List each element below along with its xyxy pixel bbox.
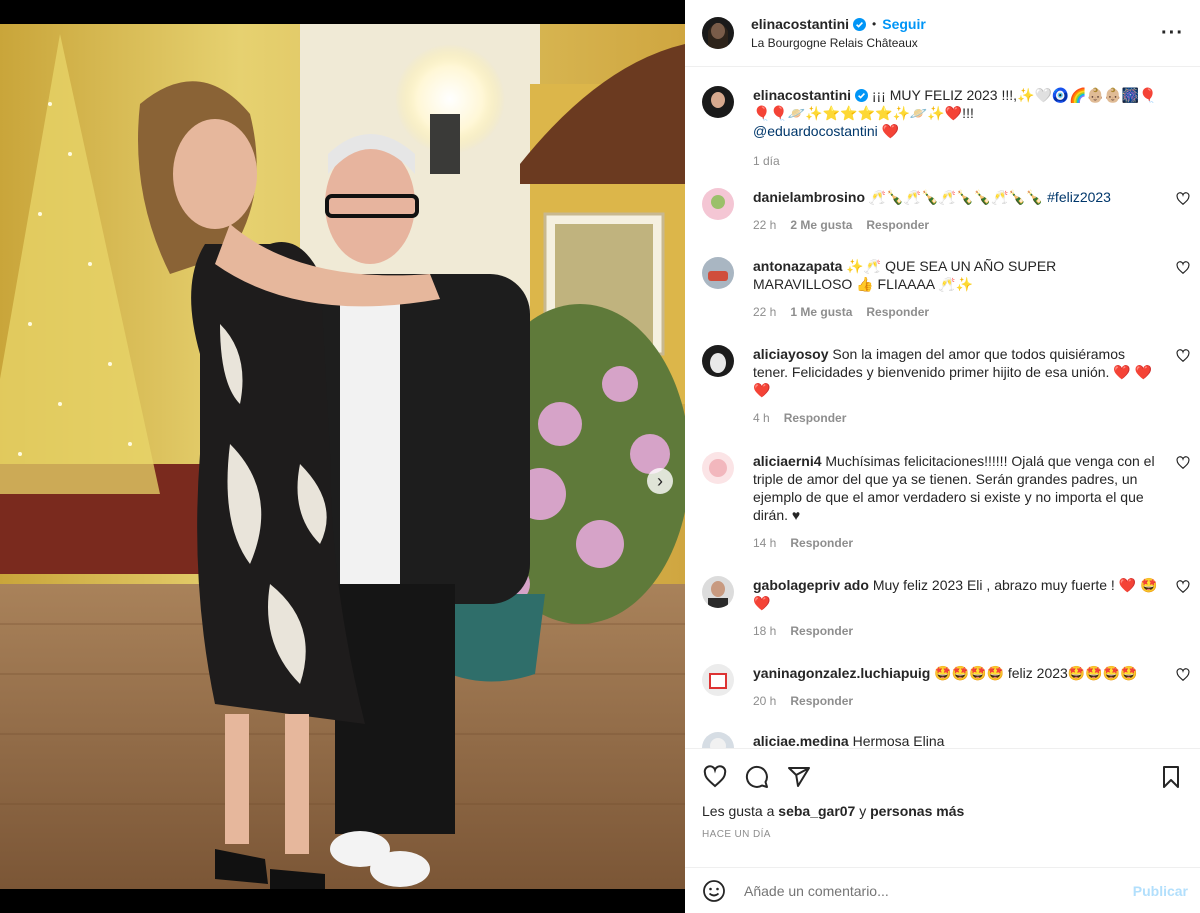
comment-item: aliciae.medina Hermosa Elina xyxy=(702,732,1190,748)
like-comment-heart-icon[interactable] xyxy=(1176,668,1190,682)
caption-heart: ❤️ xyxy=(881,123,900,139)
post-location[interactable]: La Bourgogne Relais Châteaux xyxy=(751,36,1161,50)
likes-conjunction: y xyxy=(859,803,867,819)
commenter-avatar[interactable] xyxy=(702,664,734,696)
save-bookmark-icon[interactable] xyxy=(1158,764,1184,790)
comments-list: elinacostantini ¡¡¡ MUY FELIZ 2023 !!!,✨… xyxy=(685,68,1200,748)
caption-username[interactable]: elinacostantini xyxy=(753,87,851,103)
reply-button[interactable]: Responder xyxy=(790,536,853,550)
post-caption: elinacostantini ¡¡¡ MUY FELIZ 2023 !!!,✨… xyxy=(702,86,1190,168)
follow-button[interactable]: Seguir xyxy=(882,16,926,32)
comment-time[interactable]: 22 h xyxy=(753,218,776,232)
verified-badge-icon xyxy=(853,17,867,31)
comment-text: 🤩🤩🤩🤩 feliz 2023🤩🤩🤩🤩 xyxy=(934,665,1138,681)
commenter-avatar[interactable] xyxy=(702,452,734,484)
like-comment-heart-icon[interactable] xyxy=(1176,580,1190,594)
comment-item: aliciayosoy Son la imagen del amor que t… xyxy=(702,345,1190,425)
commenter-avatar[interactable] xyxy=(702,345,734,377)
reply-button[interactable]: Responder xyxy=(790,694,853,708)
like-comment-heart-icon[interactable] xyxy=(1176,456,1190,470)
post-modal: › elinacostantini • Seguir La Bourgogne xyxy=(0,0,1200,913)
commenter-username[interactable]: aliciae.medina xyxy=(753,733,849,748)
comment-likes[interactable]: 1 Me gusta xyxy=(790,305,852,319)
like-comment-heart-icon[interactable] xyxy=(1176,261,1190,275)
photo-illustration xyxy=(0,24,685,889)
add-comment-bar: Publicar xyxy=(685,867,1200,913)
comment-item: danielambrosino 🥂🍾🥂🍾🥂🍾🍾🥂🍾🍾 #feliz2023 22… xyxy=(702,188,1190,232)
comment-item: gabolagepriv ado Muy feliz 2023 Eli , ab… xyxy=(702,576,1190,638)
comment-item: antonazapata ✨🥂 QUE SEA UN AÑO SUPER MAR… xyxy=(702,257,1190,319)
commenter-username[interactable]: aliciayosoy xyxy=(753,346,829,362)
reply-button[interactable]: Responder xyxy=(866,305,929,319)
comment-text: Hermosa Elina xyxy=(852,733,945,748)
comment-item: yaninagonzalez.luchiapuig 🤩🤩🤩🤩 feliz 202… xyxy=(702,664,1190,708)
reply-button[interactable]: Responder xyxy=(790,624,853,638)
comment-likes[interactable]: 2 Me gusta xyxy=(790,218,852,232)
comment-text: 🥂🍾🥂🍾🥂🍾🍾🥂🍾🍾 xyxy=(868,189,1044,205)
like-comment-heart-icon[interactable] xyxy=(1176,192,1190,206)
caption-avatar[interactable] xyxy=(702,86,734,118)
commenter-avatar[interactable] xyxy=(702,188,734,220)
post-photo[interactable]: › xyxy=(0,24,685,889)
reply-button[interactable]: Responder xyxy=(866,218,929,232)
next-photo-button[interactable]: › xyxy=(647,468,673,494)
author-username[interactable]: elinacostantini xyxy=(751,16,849,32)
post-side-panel: elinacostantini • Seguir La Bourgogne Re… xyxy=(685,0,1200,913)
share-paper-plane-icon[interactable] xyxy=(786,764,812,790)
more-options-icon[interactable]: ··· xyxy=(1161,22,1184,45)
emoji-smiley-icon[interactable] xyxy=(702,879,726,903)
separator-dot: • xyxy=(872,17,877,31)
comment-item: aliciaerni4 Muchísimas felicitaciones!!!… xyxy=(702,452,1190,550)
commenter-username[interactable]: gabolagepriv ado xyxy=(753,577,869,593)
commenter-avatar[interactable] xyxy=(702,257,734,289)
comment-bubble-icon[interactable] xyxy=(744,764,770,790)
likes-others-link[interactable]: personas más xyxy=(870,803,964,819)
post-actions: Les gusta a seba_gar07 y personas más HA… xyxy=(685,748,1200,840)
author-avatar[interactable] xyxy=(702,17,734,49)
comment-time[interactable]: 20 h xyxy=(753,694,776,708)
commenter-username[interactable]: aliciaerni4 xyxy=(753,453,822,469)
commenter-avatar[interactable] xyxy=(702,576,734,608)
comment-time[interactable]: 18 h xyxy=(753,624,776,638)
commenter-username[interactable]: yaninagonzalez.luchiapuig xyxy=(753,665,930,681)
like-heart-icon[interactable] xyxy=(702,764,728,790)
comment-input[interactable] xyxy=(744,882,1133,899)
publish-button[interactable]: Publicar xyxy=(1133,883,1188,899)
comment-time[interactable]: 22 h xyxy=(753,305,776,319)
post-header: elinacostantini • Seguir La Bourgogne Re… xyxy=(685,0,1200,67)
likes-user-link[interactable]: seba_gar07 xyxy=(778,803,855,819)
caption-time[interactable]: 1 día xyxy=(753,154,780,168)
comment-time[interactable]: 14 h xyxy=(753,536,776,550)
like-comment-heart-icon[interactable] xyxy=(1176,349,1190,363)
comment-time[interactable]: 4 h xyxy=(753,411,770,425)
reply-button[interactable]: Responder xyxy=(784,411,847,425)
verified-badge-icon xyxy=(854,89,868,102)
commenter-username[interactable]: danielambrosino xyxy=(753,189,865,205)
commenter-username[interactable]: antonazapata xyxy=(753,258,842,274)
likes-prefix: Les gusta a xyxy=(702,803,775,819)
post-timestamp[interactable]: HACE UN DÍA xyxy=(685,829,1200,840)
comment-hashtag[interactable]: #feliz2023 xyxy=(1047,189,1111,205)
caption-mention[interactable]: @eduardocostantini xyxy=(753,123,878,139)
likes-summary: Les gusta a seba_gar07 y personas más xyxy=(685,803,1200,819)
commenter-avatar[interactable] xyxy=(702,732,734,748)
